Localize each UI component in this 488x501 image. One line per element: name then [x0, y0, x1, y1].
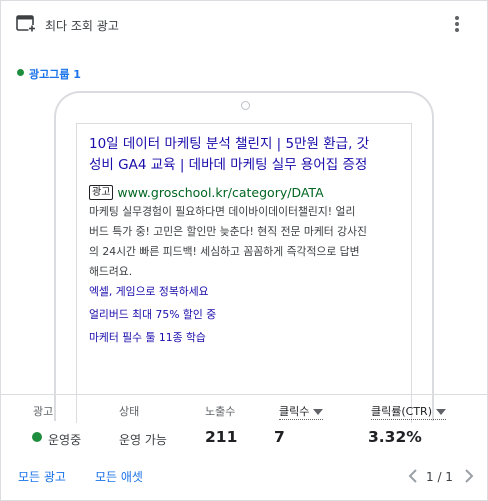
card-header: 최다 조회 광고: [1, 1, 487, 49]
ad-url-row: 광고 www.groschool.kr/category/DATA: [89, 182, 407, 200]
caret-down-icon: [436, 409, 446, 415]
col-header-ctr-label: 클릭률(CTR): [371, 405, 432, 418]
card-title: 최다 조회 광고: [45, 19, 119, 33]
ad-description-line: 의 24시간 빠른 피드백! 세심하고 꼼꼼하게 즉각적으로 답변: [89, 245, 360, 258]
more-vert-icon[interactable]: [449, 13, 465, 35]
clicks-value: 7: [274, 428, 285, 446]
status-value: 운영 가능: [119, 433, 167, 447]
ad-group-link[interactable]: 광고그룹 1: [29, 66, 81, 82]
sitelink[interactable]: 엑셀, 게임으로 정복하세요: [89, 283, 209, 299]
ad-description-line: 마케팅 실무경험이 필요하다면 데이바이데이터챌린지! 얼리: [89, 205, 356, 218]
col-header-ad: 광고: [33, 405, 54, 418]
ad-description-line: 버드 특가 중! 고민은 할인만 늦춘다! 현직 전문 마케터 강사진: [89, 225, 367, 238]
divider: [1, 394, 487, 395]
camera-icon: [241, 101, 250, 110]
chevron-right-icon[interactable]: [463, 467, 475, 485]
top-viewed-ad-card: 최다 조회 광고 광고그룹 1 10일 데이터 마케팅 분석 챌린지 | 5만원…: [0, 0, 488, 501]
ad-preview: 10일 데이터 마케팅 분석 챌린지 | 5만원 환급, 갓 성비 GA4 교육…: [76, 123, 412, 423]
pagination-text: 1 / 1: [426, 470, 453, 484]
chevron-left-icon[interactable]: [407, 467, 419, 485]
phone-preview-frame: 10일 데이터 마케팅 분석 챌린지 | 5만원 환급, 갓 성비 GA4 교육…: [54, 91, 434, 423]
col-header-clicks-label: 클릭수: [279, 405, 310, 418]
ad-headline-line: 10일 데이터 마케팅 분석 챌린지 | 5만원 환급, 갓: [89, 136, 370, 152]
ad-description-line: 해드려요.: [89, 265, 133, 278]
all-ads-link[interactable]: 모든 광고: [18, 468, 66, 485]
sitelink[interactable]: 얼리버드 최대 75% 할인 중: [89, 306, 216, 322]
caret-down-icon: [313, 409, 324, 415]
col-header-status: 상태: [119, 405, 140, 418]
status-dot-icon: [17, 69, 24, 76]
col-header-impressions: 노출수: [205, 405, 236, 418]
ctr-value: 3.32%: [368, 428, 422, 446]
ad-headline-line: 성비 GA4 교육 | 데바데 마케팅 실무 용어집 증정: [89, 157, 368, 173]
col-header-clicks[interactable]: 클릭수: [279, 403, 324, 420]
col-header-ctr[interactable]: 클릭률(CTR): [371, 403, 446, 420]
ad-display-url: www.groschool.kr/category/DATA: [117, 185, 324, 200]
ad-description: 마케팅 실무경험이 필요하다면 데이바이데이터챌린지! 얼리 버드 특가 중! …: [89, 202, 407, 282]
all-assets-link[interactable]: 모든 애셋: [95, 468, 143, 485]
status-dot-icon: [32, 432, 42, 442]
impressions-value: 211: [205, 428, 238, 446]
browser-add-icon: [16, 15, 36, 32]
ad-headline[interactable]: 10일 데이터 마케팅 분석 챌린지 | 5만원 환급, 갓 성비 GA4 교육…: [89, 134, 407, 176]
ad-badge: 광고: [89, 185, 114, 200]
ad-status-value: 운영중: [48, 433, 82, 447]
sitelink[interactable]: 마케터 필수 툴 11종 학습: [89, 329, 206, 345]
